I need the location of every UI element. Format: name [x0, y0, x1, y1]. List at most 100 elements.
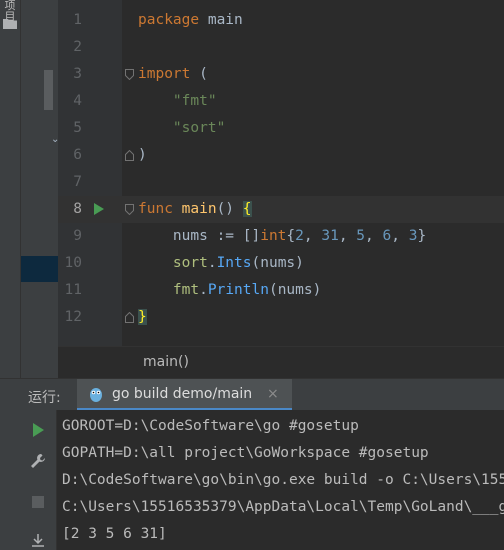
line-number: 9	[73, 228, 82, 244]
code-token: package	[138, 12, 200, 28]
fold-marker-icon[interactable]	[125, 150, 134, 161]
code-token: {	[286, 228, 296, 244]
code-token: sort	[172, 255, 208, 271]
console-line: [2 3 5 6 31]	[62, 526, 167, 542]
code-token: (nums)	[251, 255, 304, 271]
line-number: 6	[73, 147, 82, 163]
code-token: 31	[321, 228, 339, 244]
fold-marker-icon[interactable]	[125, 69, 134, 80]
code-line-6[interactable]: 6)	[58, 142, 504, 169]
code-line-11[interactable]: 11 fmt.Println(nums)	[58, 277, 504, 304]
breadcrumb-item[interactable]: main()	[143, 354, 189, 370]
console-line: GOROOT=D:\CodeSoftware\go #gosetup	[62, 418, 359, 434]
code-line-8[interactable]: 8 func main() {	[58, 196, 504, 223]
code-token: 6	[382, 228, 392, 244]
rerun-icon[interactable]	[30, 422, 46, 438]
code-text: import (	[138, 61, 208, 88]
code-token: int	[260, 228, 287, 244]
code-line-5[interactable]: 5 "sort"	[58, 115, 504, 142]
code-token: (nums)	[268, 282, 322, 298]
code-token: fmt	[172, 282, 200, 298]
wrench-icon[interactable]	[30, 453, 46, 469]
code-token: ,	[365, 228, 383, 244]
line-number: 4	[73, 93, 82, 109]
code-text: package main	[138, 7, 243, 34]
ide-window: 项目 ⌄ 1 package main 2 3 import (4 "fmt" 5 "so…	[0, 0, 504, 550]
fold-marker-icon[interactable]	[125, 204, 134, 215]
code-line-2[interactable]: 2	[58, 34, 504, 61]
code-token: .	[207, 255, 217, 271]
code-token: nums := []	[138, 228, 261, 244]
run-tab-label: go build demo/main	[112, 386, 253, 402]
code-token: )	[138, 147, 147, 163]
line-number: 5	[73, 120, 82, 136]
code-text: func main() {	[138, 196, 252, 223]
code-token: 2	[295, 228, 304, 244]
gopher-icon	[90, 388, 102, 402]
code-text: )	[138, 142, 147, 169]
code-text: "sort"	[138, 115, 225, 142]
stop-icon[interactable]	[30, 494, 46, 510]
code-token: "sort"	[172, 120, 226, 136]
code-line-12[interactable]: 12}	[58, 304, 504, 331]
code-token: 5	[356, 228, 366, 244]
run-tool-header: 运行: go build demo/main ×	[0, 378, 504, 411]
code-text: nums := []int{2, 31, 5, 6, 3}	[138, 223, 426, 250]
line-number: 2	[73, 39, 82, 55]
code-token: func	[138, 201, 173, 217]
code-text: }	[138, 304, 147, 331]
project-panel: ⌄	[21, 0, 59, 378]
code-token: Println	[207, 282, 269, 298]
code-line-10[interactable]: 10 sort.Ints(nums)	[58, 250, 504, 277]
left-tool-strip: 项目	[0, 0, 21, 378]
run-toolbar	[0, 410, 57, 550]
scroll-to-end-icon[interactable]	[30, 533, 46, 549]
console-output[interactable]: GOROOT=D:\CodeSoftware\go #gosetup GOPATH…	[57, 410, 504, 550]
code-line-3[interactable]: 3 import (	[58, 61, 504, 88]
code-token: }	[417, 228, 427, 244]
code-line-4[interactable]: 4 "fmt"	[58, 88, 504, 115]
code-token: import	[138, 66, 191, 82]
code-editor[interactable]: 1 package main 2 3 import (4 "fmt" 5 "sort" 6)…	[58, 0, 504, 346]
code-token: main	[199, 12, 243, 28]
code-text: sort.Ints(nums)	[138, 250, 304, 277]
code-text: "fmt"	[138, 88, 217, 115]
folder-icon[interactable]	[3, 18, 17, 29]
code-token: ,	[338, 228, 357, 244]
code-line-1[interactable]: 1 package main	[58, 7, 504, 34]
line-number: 8	[73, 201, 82, 217]
run-gutter-icon[interactable]	[94, 203, 104, 215]
code-token: Ints	[216, 255, 252, 271]
close-icon[interactable]: ×	[267, 386, 279, 402]
code-token: ,	[303, 228, 322, 244]
console-line: C:\Users\15516535379\AppData\Local\Temp\…	[62, 499, 504, 515]
line-number: 11	[64, 282, 82, 298]
fold-marker-icon[interactable]	[125, 312, 134, 323]
code-text: fmt.Println(nums)	[138, 277, 321, 304]
project-selected-row[interactable]	[21, 256, 58, 282]
line-number: 1	[73, 12, 82, 28]
code-token: main	[181, 201, 217, 217]
code-line-9[interactable]: 9 nums := []int{2, 31, 5, 6, 3}	[58, 223, 504, 250]
project-scrollbar[interactable]	[44, 70, 53, 110]
code-token: {	[242, 201, 252, 217]
code-token: ()	[216, 201, 243, 217]
line-number: 3	[73, 66, 82, 82]
console-line: GOPATH=D:\all project\GoWorkspace #goset…	[62, 445, 429, 461]
run-label: 运行:	[28, 390, 61, 406]
code-line-7[interactable]: 7	[58, 169, 504, 196]
breadcrumb: main()	[58, 346, 504, 379]
code-token: (	[190, 66, 208, 82]
line-number: 12	[64, 309, 82, 325]
code-token: }	[138, 309, 147, 325]
console-line: D:\CodeSoftware\go\bin\go.exe build -o C…	[62, 472, 504, 488]
line-number: 7	[73, 174, 82, 190]
line-number: 10	[64, 255, 82, 271]
run-config-tab[interactable]: go build demo/main ×	[77, 379, 292, 411]
code-token: ,	[391, 228, 409, 244]
